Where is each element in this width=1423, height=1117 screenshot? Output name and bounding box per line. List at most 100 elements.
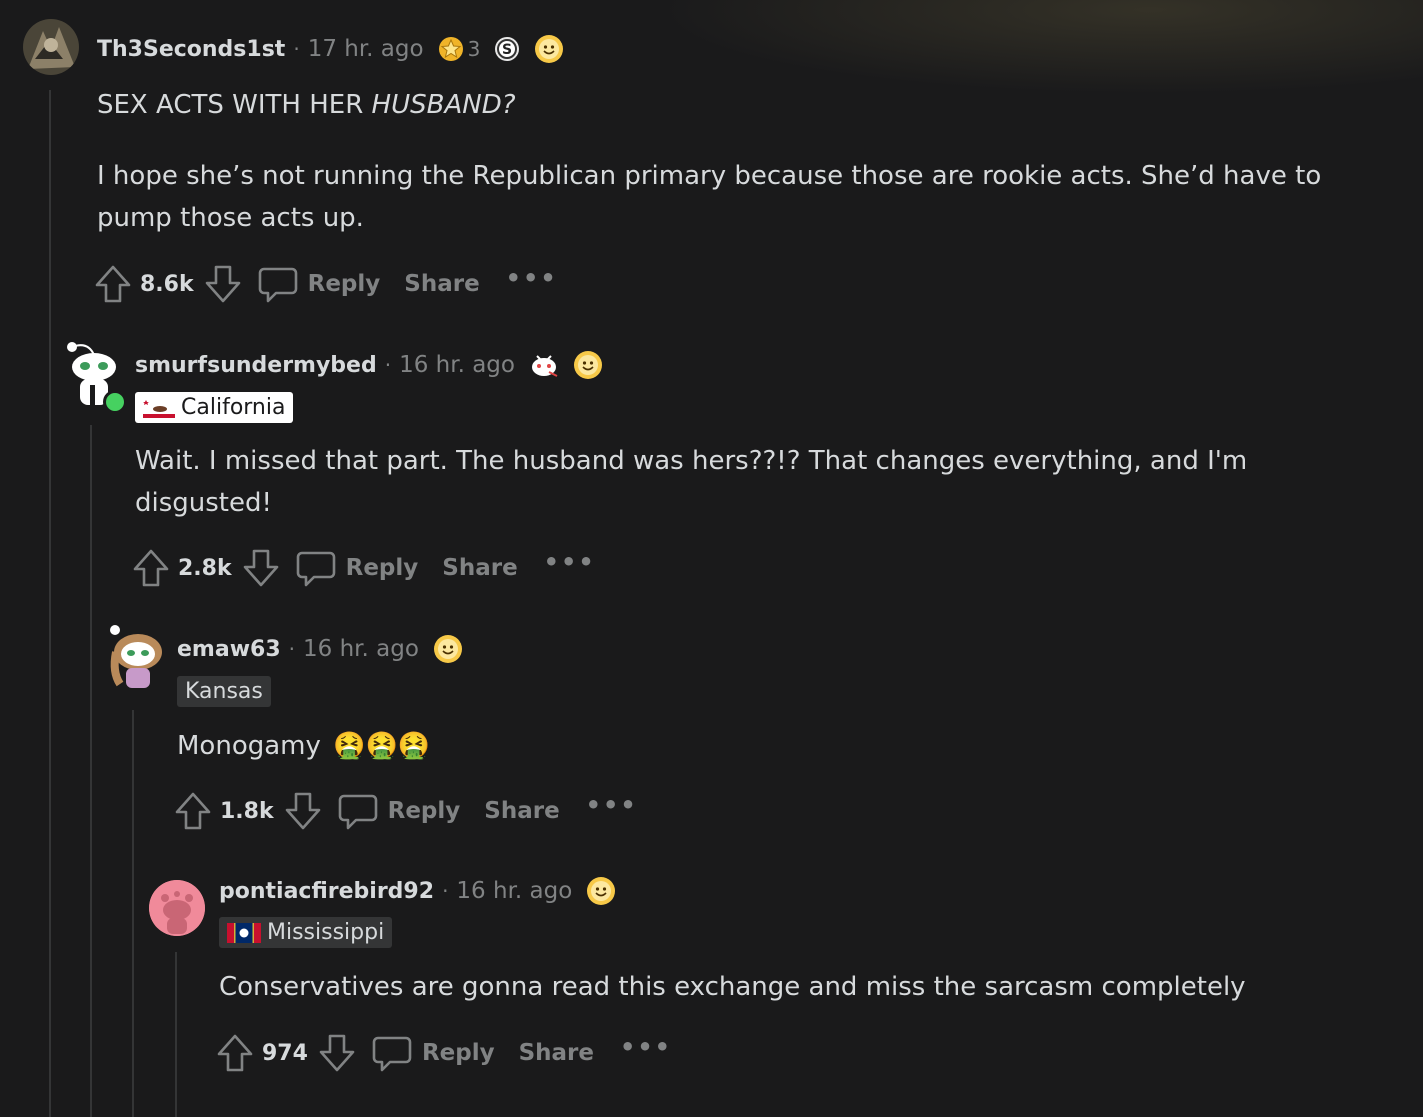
comment-body: Monogamy 🤮🤮🤮 (177, 725, 430, 767)
svg-text:S: S (502, 42, 512, 58)
comment-icon (258, 267, 297, 303)
wholesome-award-icon (573, 351, 602, 379)
avatar[interactable] (64, 342, 127, 414)
username[interactable]: pontiacfirebird92 (219, 879, 434, 904)
reply-button[interactable]: Reply (372, 1033, 495, 1073)
silver-award[interactable]: S (494, 36, 520, 62)
thread-line-3[interactable] (132, 710, 134, 1117)
comment-icon (338, 794, 377, 830)
upvote-button[interactable] (94, 264, 132, 304)
share-button[interactable]: Share (484, 798, 559, 824)
vote-score: 1.8k (220, 798, 274, 824)
reply-button[interactable]: Reply (338, 791, 461, 831)
user-flair[interactable]: California (135, 392, 294, 423)
online-status-indicator (103, 390, 127, 414)
share-button[interactable]: Share (519, 1040, 594, 1066)
share-button[interactable]: Share (404, 271, 479, 297)
reply-label: Reply (345, 555, 419, 581)
timestamp[interactable]: 17 hr. ago (308, 36, 424, 62)
flair-text: California (181, 395, 286, 420)
comment-text-emphasis: HUSBAND? (371, 90, 516, 120)
username[interactable]: emaw63 (177, 637, 281, 662)
comment-actions: 1.8k Reply Share ••• (174, 789, 638, 833)
more-options-button[interactable]: ••• (506, 264, 558, 292)
comment-actions: 8.6k Reply Share ••• (94, 262, 558, 306)
vomit-emoji: 🤮🤮🤮 (333, 731, 431, 761)
comment-body-line1: Conservatives are gonna read this exchan… (219, 972, 1246, 1002)
thread-line-2[interactable] (90, 425, 92, 1117)
upvote-icon (133, 549, 169, 587)
user-flair[interactable]: Mississippi (219, 917, 393, 948)
upvote-icon (175, 792, 211, 830)
separator-dot: · (442, 879, 449, 903)
thread-line-1[interactable] (49, 90, 51, 1117)
reply-label: Reply (307, 271, 381, 297)
reply-label: Reply (387, 798, 461, 824)
user-flair[interactable]: Kansas (177, 676, 271, 707)
upvote-button[interactable] (174, 791, 212, 831)
downvote-icon (285, 792, 320, 830)
share-button[interactable]: Share (442, 555, 517, 581)
wholesome-award[interactable] (586, 876, 616, 906)
comment-icon (296, 551, 335, 587)
wholesome-award[interactable] (534, 34, 564, 64)
avatar-image (23, 19, 79, 75)
downvote-button[interactable] (318, 1033, 356, 1073)
gold-award[interactable]: 3 (438, 36, 481, 62)
snoo-award[interactable] (529, 350, 559, 380)
comment-body-line1: Wait. I missed that part. The husband wa… (135, 446, 1248, 476)
gold-award-icon (438, 37, 463, 61)
separator-dot: · (288, 637, 295, 661)
wholesome-award-icon (535, 35, 564, 63)
avatar[interactable] (106, 625, 162, 688)
downvote-button[interactable] (242, 548, 280, 588)
wholesome-award-icon (433, 635, 462, 663)
timestamp[interactable]: 16 hr. ago (303, 636, 419, 662)
downvote-icon (205, 265, 240, 303)
wholesome-award[interactable] (573, 350, 603, 380)
upvote-icon (217, 1034, 253, 1072)
vote-score: 2.8k (178, 555, 232, 581)
comment-text-line: SEX ACTS WITH HER (97, 90, 372, 120)
timestamp[interactable]: 16 hr. ago (456, 878, 572, 904)
award-count: 3 (467, 37, 481, 61)
wholesome-award[interactable] (433, 634, 463, 664)
separator-dot: · (384, 353, 392, 377)
reply-button[interactable]: Reply (258, 264, 381, 304)
comment-icon (372, 1036, 412, 1072)
more-options-button[interactable]: ••• (586, 791, 638, 819)
downvote-icon (243, 549, 278, 587)
upvote-button[interactable] (216, 1033, 254, 1073)
thread-line-4[interactable] (175, 952, 177, 1117)
comment-body-line2: disgusted! (135, 488, 272, 518)
avatar[interactable] (23, 19, 79, 75)
upvote-icon (95, 265, 131, 303)
mississippi-flag-icon (227, 922, 261, 943)
more-options-button[interactable]: ••• (620, 1033, 672, 1061)
comment-body: SEX ACTS WITH HER HUSBAND? (97, 84, 516, 126)
comment-body-line2: I hope she’s not running the Republican … (97, 161, 1322, 191)
upvote-button[interactable] (132, 548, 170, 588)
wholesome-award-icon (587, 877, 616, 905)
vote-score: 8.6k (140, 271, 194, 297)
vote-score: 974 (262, 1040, 308, 1066)
username[interactable]: Th3Seconds1st (97, 37, 285, 62)
reply-button[interactable]: Reply (296, 548, 419, 588)
snoo-avatar-image (110, 625, 162, 688)
flair-text: Kansas (185, 679, 263, 704)
default-snoo-avatar-image (149, 880, 205, 936)
downvote-button[interactable] (204, 264, 242, 304)
reply-label: Reply (421, 1040, 495, 1066)
timestamp[interactable]: 16 hr. ago (399, 352, 515, 378)
username[interactable]: smurfsundermybed (135, 353, 377, 378)
comment-actions: 974 Reply Share ••• (216, 1031, 672, 1075)
comment-body-line3: pump those acts up. (97, 203, 364, 233)
downvote-icon (319, 1034, 355, 1072)
silver-award-icon: S (495, 37, 520, 61)
california-flag-icon (143, 397, 175, 418)
snoo-award-icon (531, 355, 558, 377)
downvote-button[interactable] (284, 791, 322, 831)
more-options-button[interactable]: ••• (544, 548, 596, 576)
avatar[interactable] (149, 880, 205, 936)
separator-dot: · (293, 37, 300, 61)
